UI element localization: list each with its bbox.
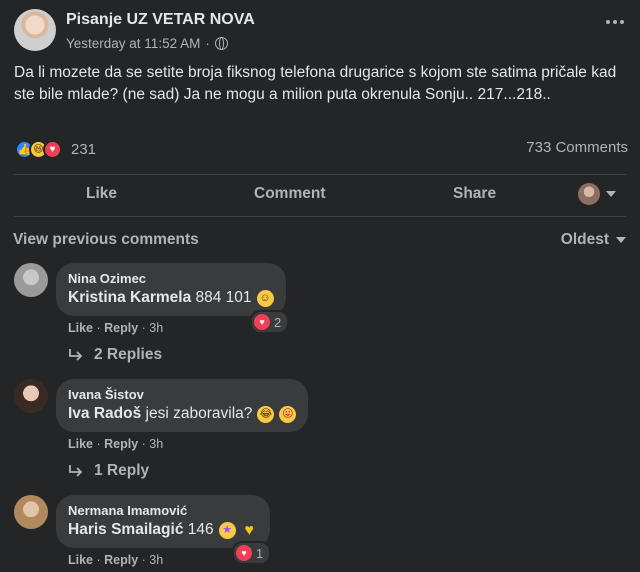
- comment-reaction-count: 1: [256, 545, 264, 561]
- post-meta: Yesterday at 11:52 AM ·: [66, 36, 228, 51]
- mention-link[interactable]: Kristina Karmela: [68, 289, 191, 306]
- view-replies[interactable]: 1 Reply: [68, 462, 149, 480]
- sort-label: Oldest: [560, 231, 609, 248]
- post-actions: Like Comment Share: [14, 176, 626, 217]
- comment-like-link[interactable]: Like: [68, 437, 93, 451]
- replies-label: 1 Reply: [94, 462, 150, 479]
- comment-label: Comment: [254, 185, 326, 202]
- reaction-summary[interactable]: 👍 😆 ♥ 231: [15, 138, 96, 160]
- like-label: Like: [86, 185, 118, 202]
- like-button[interactable]: Like: [78, 185, 118, 217]
- globe-icon: [214, 37, 228, 50]
- reply-arrow-icon: [69, 465, 83, 477]
- yellow-heart-emoji: ♥: [244, 521, 254, 539]
- mention-link[interactable]: Haris Smailagić: [68, 521, 183, 538]
- comment-like-link[interactable]: Like: [68, 553, 93, 567]
- comment-like-link[interactable]: Like: [68, 321, 93, 335]
- comment-body: jesi zaboravila?: [141, 405, 253, 422]
- star-eyes-emoji: ★: [218, 521, 236, 539]
- joy-emoji: 😂: [257, 405, 275, 423]
- love-icon: ♥: [236, 545, 252, 561]
- meta-separator: ·: [205, 36, 210, 51]
- share-button[interactable]: Share: [445, 185, 497, 216]
- comment-reply-link[interactable]: Reply: [104, 321, 138, 335]
- commenter-name[interactable]: Nina Ozimec: [68, 271, 274, 286]
- comment-reply-link[interactable]: Reply: [104, 437, 138, 451]
- comment-actions: Like · Reply · 3h: [68, 553, 164, 567]
- comment-body: 146: [183, 521, 214, 538]
- comment-count[interactable]: 733 Comments: [526, 139, 628, 156]
- share-label: Share: [453, 185, 497, 202]
- comment-time[interactable]: 3h: [149, 437, 163, 451]
- commenter-name[interactable]: Nermana Imamović: [68, 503, 258, 518]
- sort-dropdown[interactable]: Oldest: [561, 231, 626, 249]
- comment-reactions[interactable]: ♥ 1: [232, 541, 272, 565]
- divider: [14, 174, 626, 175]
- comment-button[interactable]: Comment: [246, 185, 326, 217]
- chevron-down-icon: [606, 191, 616, 197]
- comment-text: Iva Radoš jesi zaboravila? 😂 😛: [68, 405, 297, 423]
- comment-bubble: Nina Ozimec Kristina Karmela 884 101 ☺: [56, 263, 286, 316]
- comment-reaction-count: 2: [274, 314, 282, 330]
- love-icon: ♥: [43, 139, 62, 159]
- comment-time[interactable]: 3h: [149, 553, 163, 567]
- post-text: Da li mozete da se setite broja fiksnog …: [14, 64, 617, 103]
- comment-actions: Like · Reply · 3h: [68, 437, 164, 451]
- commenter-avatar[interactable]: [14, 495, 48, 529]
- commenter-name[interactable]: Ivana Šistov: [68, 387, 296, 402]
- reaction-count: 231: [71, 140, 97, 158]
- mention-link[interactable]: Iva Radoš: [68, 405, 141, 422]
- commenter-avatar[interactable]: [14, 263, 48, 297]
- chevron-down-icon: [616, 237, 626, 243]
- post-author[interactable]: Pisanje UZ VETAR NOVA: [66, 11, 255, 29]
- love-icon: ♥: [254, 314, 270, 330]
- view-replies[interactable]: 2 Replies: [68, 346, 162, 364]
- divider: [14, 216, 626, 217]
- replies-label: 2 Replies: [94, 346, 163, 363]
- comment-reply-link[interactable]: Reply: [104, 553, 138, 567]
- more-options-icon[interactable]: [606, 20, 624, 24]
- comment-actions: Like · Reply · 3h: [68, 321, 164, 335]
- comment-body: 884 101: [191, 289, 252, 306]
- page-avatar[interactable]: [14, 9, 56, 51]
- commenter-avatar[interactable]: [14, 379, 48, 413]
- tongue-emoji: 😛: [279, 405, 297, 423]
- reply-arrow-icon: [69, 349, 83, 361]
- comment-bubble: Ivana Šistov Iva Radoš jesi zaboravila? …: [56, 379, 309, 432]
- comment-bubble: Nermana Imamović Haris Smailagić 146 ★ ♥: [56, 495, 270, 548]
- smile-emoji: ☺: [256, 289, 274, 307]
- view-previous-comments[interactable]: View previous comments: [13, 231, 199, 249]
- comment-text: Kristina Karmela 884 101 ☺: [68, 289, 274, 307]
- comment-reactions[interactable]: ♥ 2: [250, 310, 290, 334]
- profile-switcher[interactable]: [578, 183, 616, 205]
- post-header: Pisanje UZ VETAR NOVA Yesterday at 11:52…: [12, 8, 628, 54]
- user-avatar: [578, 183, 600, 205]
- post-timestamp[interactable]: Yesterday at 11:52 AM: [66, 36, 200, 51]
- comment-time[interactable]: 3h: [149, 321, 163, 335]
- comment-text: Haris Smailagić 146 ★ ♥: [68, 521, 258, 539]
